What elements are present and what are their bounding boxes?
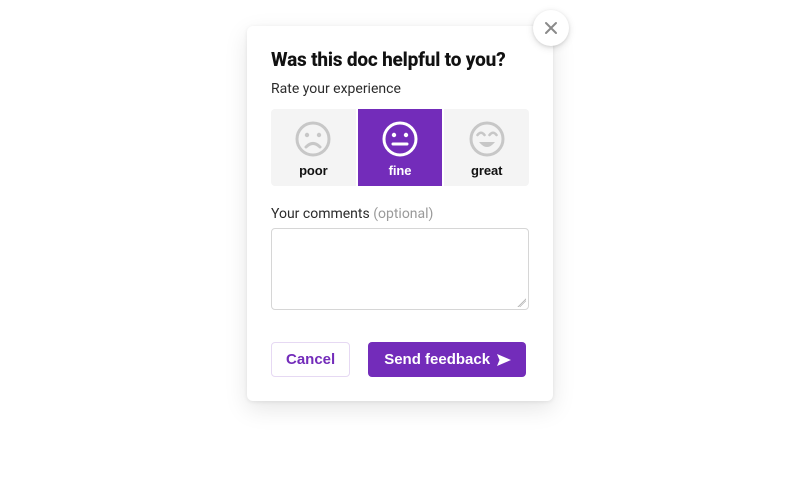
modal-title: Was this doc helpful to you? [271,48,529,71]
face-sad-icon [293,119,333,159]
rating-label: great [471,163,502,178]
comments-label-text: Your comments [271,206,370,222]
close-button[interactable] [533,10,569,46]
send-feedback-label: Send feedback [384,351,490,368]
send-feedback-button[interactable]: Send feedback [368,342,526,377]
close-icon [543,20,559,36]
comments-textarea[interactable] [271,228,529,310]
face-neutral-icon [380,119,420,159]
rating-label: fine [389,163,412,178]
modal-actions: Cancel Send feedback [271,342,529,377]
comments-label: Your comments (optional) [271,206,529,222]
rating-label: poor [299,163,327,178]
feedback-modal: Was this doc helpful to you? Rate your e… [247,26,553,401]
send-icon [496,353,512,367]
face-happy-icon [467,119,507,159]
cancel-button[interactable]: Cancel [271,342,350,377]
rating-group: poor fine great [271,109,529,186]
comments-label-optional: (optional) [373,206,433,222]
rating-option-poor[interactable]: poor [271,109,356,186]
rating-option-fine[interactable]: fine [358,109,443,186]
rating-option-great[interactable]: great [444,109,529,186]
rating-prompt: Rate your experience [271,81,529,97]
